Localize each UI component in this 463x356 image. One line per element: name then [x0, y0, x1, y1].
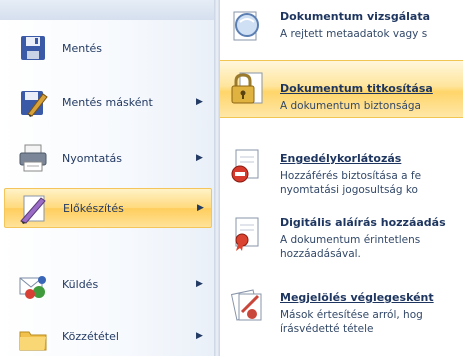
menu-item-label: Közzététel	[62, 329, 119, 343]
menu-item-label: Nyomtatás	[62, 151, 123, 165]
menu-item-label: Mentés másként	[62, 95, 153, 109]
office-button-menu: Mentés Mentés másként ▶ Nyomtatás ▶ Elők…	[0, 0, 463, 356]
submenu-item-encrypt-document[interactable]: Dokumentum titkosítása A dokumentum bizt…	[220, 60, 463, 118]
submenu-item-desc: Hozzáférés biztosítása a fe	[280, 170, 422, 182]
submenu-item-desc: A rejtett metaadatok vagy s	[280, 28, 428, 40]
save-disk-icon	[21, 36, 45, 60]
submenu-item-mark-as-final[interactable]: Megjelölés véglegesként Mások értesítése…	[220, 276, 463, 336]
submenu-item-digital-signature[interactable]: Digitális aláírás hozzáadás A dokumentum…	[220, 204, 463, 260]
publish-folder-icon	[19, 331, 47, 351]
restrict-permission-icon	[231, 149, 259, 183]
save-as-icon	[21, 91, 48, 117]
submenu-item-inspect-document[interactable]: Dokumentum vizsgálata A rejtett metaadat…	[220, 0, 463, 56]
submenu-item-title: Digitális aláírás hozzáadás	[280, 216, 446, 229]
submenu-arrow-icon: ▶	[197, 203, 204, 213]
menu-top-band	[0, 0, 222, 20]
menu-item-publish[interactable]: Közzététel ▶	[4, 316, 212, 356]
menu-item-label: Küldés	[62, 277, 99, 291]
submenu-item-title: Megjelölés véglegesként	[280, 291, 434, 304]
menu-item-label: Mentés	[62, 41, 103, 55]
submenu-item-desc: nyomtatási jogosultság ko	[280, 184, 418, 196]
mark-as-final-icon	[230, 289, 262, 321]
encrypt-document-icon	[231, 72, 263, 104]
submenu-item-desc: Mások értesítése arról, hog	[280, 309, 423, 321]
menu-item-send[interactable]: Küldés ▶	[4, 264, 212, 304]
send-icon	[19, 276, 46, 299]
digital-signature-icon	[235, 217, 259, 251]
submenu-arrow-icon: ▶	[196, 97, 203, 107]
menu-item-label: Előkészítés	[63, 201, 124, 215]
submenu-item-desc: hozzáadásával.	[280, 248, 361, 260]
menu-item-print[interactable]: Nyomtatás ▶	[4, 138, 212, 178]
submenu-item-desc: írásvédetté tétele	[280, 323, 374, 335]
inspect-document-icon	[233, 11, 259, 41]
prepare-submenu-panel: Dokumentum vizsgálata A rejtett metaadat…	[220, 0, 463, 356]
submenu-item-desc: A dokumentum biztonsága	[280, 100, 421, 112]
submenu-arrow-icon: ▶	[196, 153, 203, 163]
menu-item-prepare[interactable]: Előkészítés ▶	[4, 188, 212, 228]
printer-icon	[19, 144, 47, 172]
submenu-item-restrict-permission[interactable]: Engedélykorlátozás Hozzáférés biztosítás…	[220, 140, 463, 196]
menu-item-save[interactable]: Mentés	[4, 28, 212, 68]
submenu-arrow-icon: ▶	[196, 331, 203, 341]
prepare-document-icon	[20, 195, 46, 224]
menu-item-save-as[interactable]: Mentés másként ▶	[4, 82, 212, 122]
submenu-item-title: Engedélykorlátozás	[280, 152, 402, 165]
submenu-arrow-icon: ▶	[196, 279, 203, 289]
submenu-item-desc: A dokumentum érintetlens	[280, 234, 421, 246]
submenu-item-title: Dokumentum vizsgálata	[280, 10, 431, 23]
submenu-item-title: Dokumentum titkosítása	[280, 82, 433, 95]
